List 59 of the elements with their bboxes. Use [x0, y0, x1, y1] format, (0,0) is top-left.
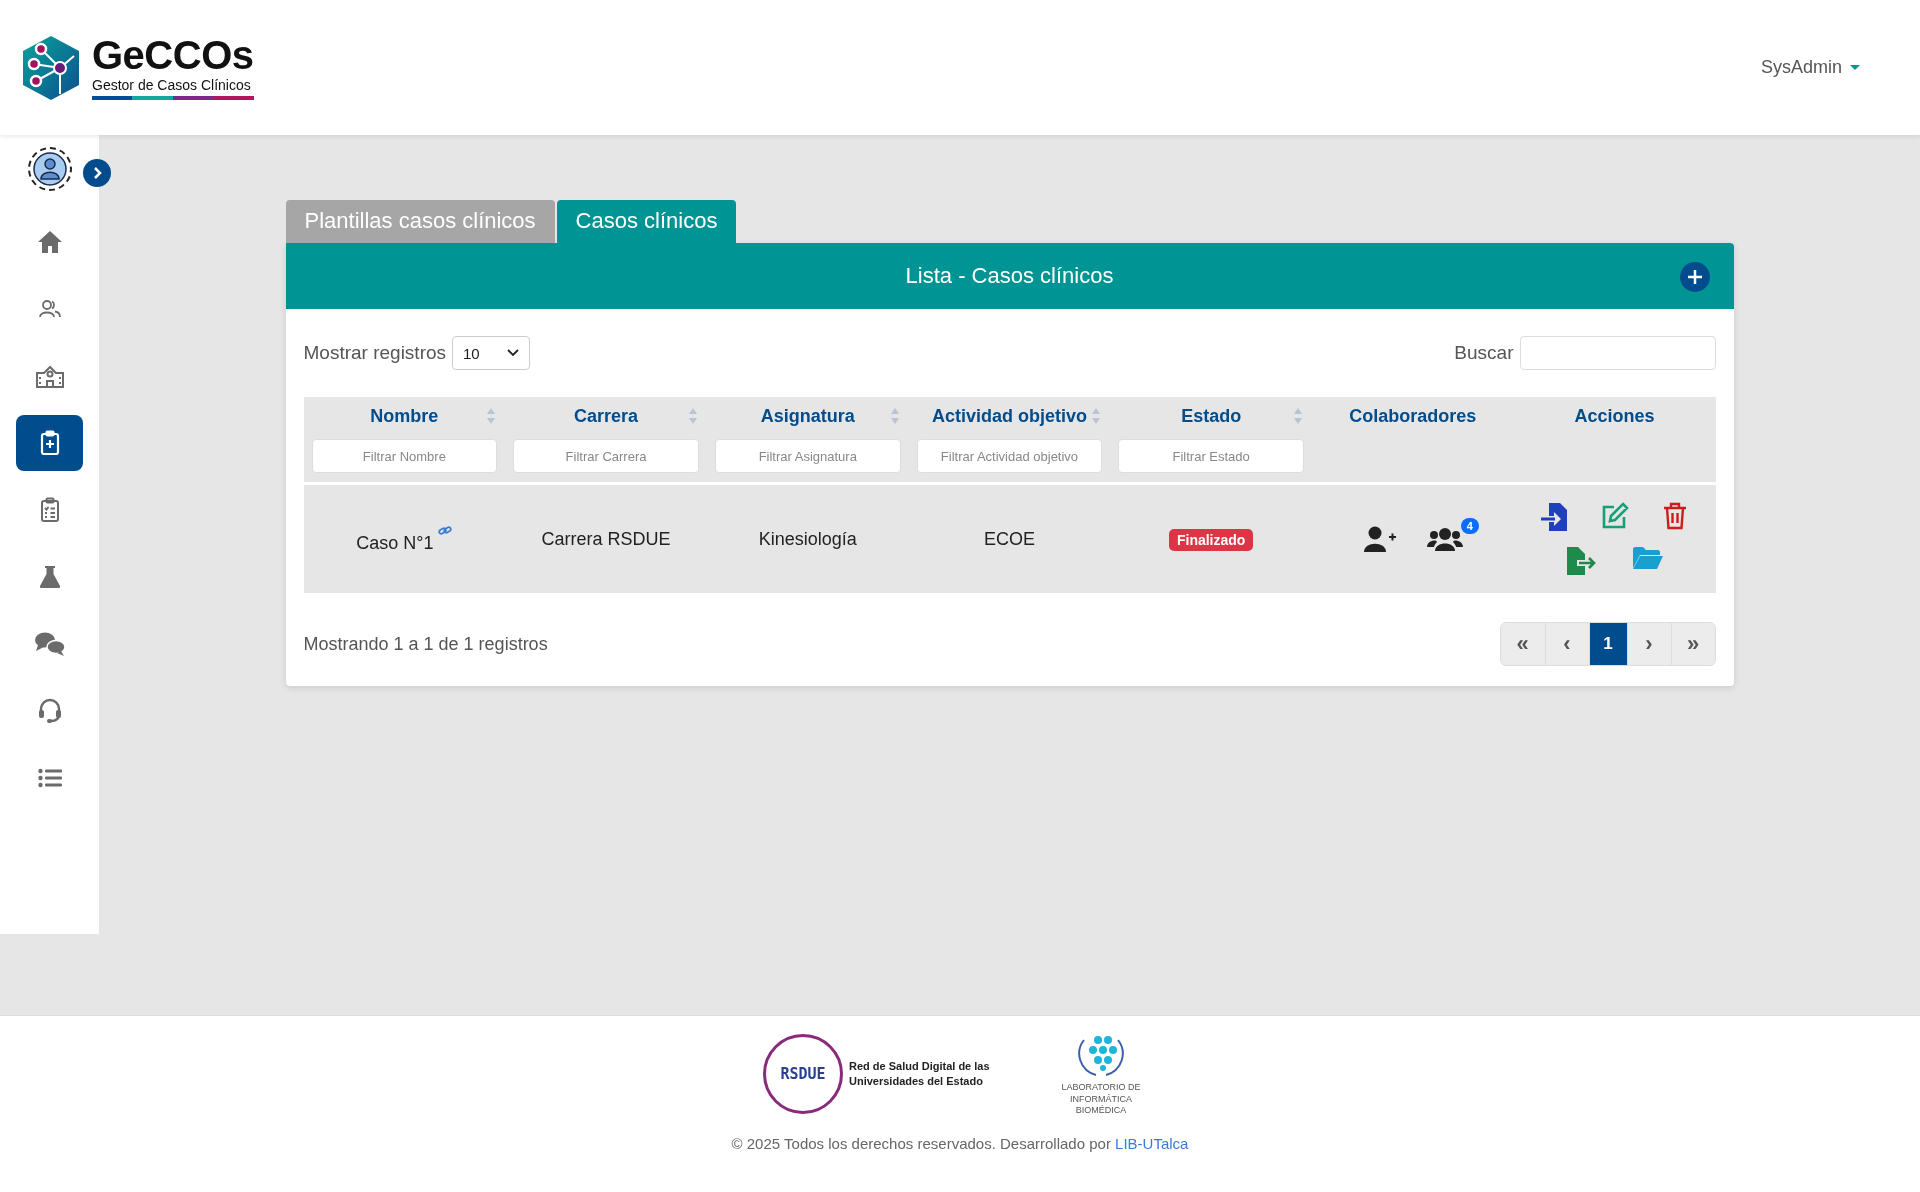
clipboard-plus-icon: [39, 430, 60, 456]
column-header[interactable]: Nombre: [311, 405, 498, 427]
column-header[interactable]: Asignatura: [714, 405, 901, 427]
chevron-right-icon: [92, 166, 102, 180]
count-badge: 4: [1460, 518, 1479, 534]
page-button[interactable]: 1: [1588, 623, 1627, 665]
flask-icon: [38, 565, 61, 589]
add-button[interactable]: [1679, 262, 1710, 292]
sidebar-expand-button[interactable]: [83, 159, 111, 187]
school-icon: [34, 364, 65, 388]
copyright-text: © 2025 Todos los derechos reservados. Desarrollado por LIB-UTalca: [731, 1135, 1189, 1153]
user-menu[interactable]: SysAdmin: [1760, 57, 1860, 78]
users-icon: [38, 299, 61, 319]
home-icon: [36, 230, 63, 254]
chat-icon: [33, 631, 66, 657]
plus-icon: [1686, 269, 1703, 285]
status-badge: Finalizado: [1168, 528, 1254, 551]
search-label: Buscar: [1454, 342, 1514, 364]
developer-link[interactable]: LIB-UTalca: [1115, 1135, 1189, 1153]
headset-icon: [37, 698, 62, 724]
card-title: Lista - Casos clínicos: [905, 263, 1114, 289]
column-filter-field[interactable]: Filtrar Actividad objetivo: [916, 439, 1103, 473]
user-avatar[interactable]: [27, 147, 72, 191]
caret-icon: [1850, 65, 1860, 70]
chevron-down-icon: [507, 349, 520, 357]
page-length-select[interactable]: 10: [452, 336, 531, 370]
hexagon-molecule-logo: [20, 33, 82, 102]
trash-icon[interactable]: [1662, 502, 1687, 532]
column-header[interactable]: Estado: [1118, 405, 1304, 427]
rsdue-name: Red de Salud Digital de las Universidades del Estado: [849, 1059, 991, 1088]
link-icon[interactable]: [438, 524, 453, 537]
table-cell: Caso N°1: [356, 532, 434, 553]
table-cell: Kinesiología: [758, 528, 857, 549]
column-filter-field[interactable]: Filtrar Estado: [1118, 439, 1304, 473]
page-length-label: Mostrar registros: [303, 342, 447, 364]
table-info: Mostrando 1 a 1 de 1 registros: [303, 633, 548, 655]
checklist-icon: [39, 497, 60, 523]
column-filter-field[interactable]: Filtrar Asignatura: [714, 439, 901, 473]
table-cell: ECOE: [983, 528, 1035, 549]
search-field[interactable]: [1519, 336, 1716, 370]
file-export-icon[interactable]: [1565, 546, 1598, 576]
sidebar-item[interactable]: [16, 415, 83, 471]
add-user-icon[interactable]: [1362, 525, 1397, 553]
file-import-icon[interactable]: [1540, 502, 1569, 532]
list-icon: [37, 768, 62, 788]
app-logo-subtitle: Gestor de Casos Clínicos: [92, 77, 252, 93]
rsdue-logo: RSDUE: [763, 1033, 843, 1114]
column-header: Colaboradores: [1348, 405, 1478, 427]
lab-name: LABORATORIO DE INFORMÁTICA BIOMÉDICA: [1060, 1082, 1142, 1118]
app-logo-title: GeCCOs: [92, 35, 254, 75]
table-cell: Carrera RSDUE: [541, 528, 671, 549]
column-header: Acciones: [1573, 405, 1656, 427]
users-group-icon[interactable]: [1426, 526, 1463, 552]
column-filter-field[interactable]: Filtrar Carrera: [513, 439, 699, 473]
column-filter-field[interactable]: Filtrar Nombre: [311, 439, 498, 473]
tab[interactable]: Casos clínicos: [556, 200, 737, 243]
column-header[interactable]: Carrera: [513, 405, 699, 427]
column-header[interactable]: Actividad objetivo: [916, 405, 1103, 427]
page-button[interactable]: »: [1670, 623, 1715, 665]
